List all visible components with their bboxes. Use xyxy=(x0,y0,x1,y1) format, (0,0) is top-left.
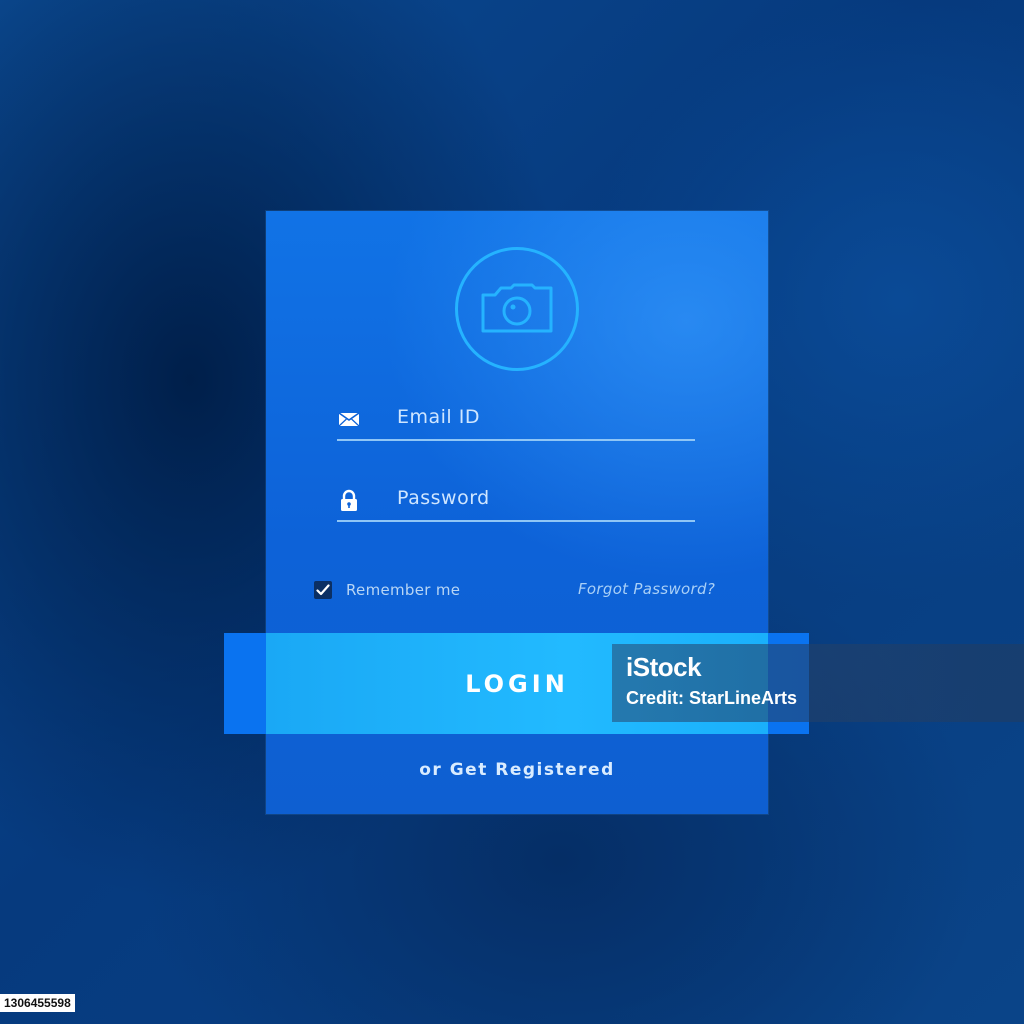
check-icon xyxy=(316,584,330,596)
watermark-logo: iStock xyxy=(626,652,702,682)
remember-me-label: Remember me xyxy=(346,581,461,599)
login-label: LOGIN xyxy=(465,669,569,698)
lock-icon xyxy=(341,489,357,511)
remember-me-checkbox[interactable]: Remember me xyxy=(314,580,460,600)
forgot-password-link[interactable]: Forgot Password? xyxy=(578,580,715,598)
image-id-label: 1306455598 xyxy=(0,994,75,1012)
get-registered-link[interactable]: or Get Registered xyxy=(266,760,768,780)
email-input[interactable] xyxy=(397,399,687,435)
checkbox-box[interactable] xyxy=(314,581,332,599)
camera-icon xyxy=(481,283,553,333)
watermark-credit: Credit: StarLineArts xyxy=(626,688,798,708)
password-input[interactable] xyxy=(397,480,687,516)
password-field[interactable] xyxy=(337,480,695,522)
envelope-icon xyxy=(338,412,360,427)
email-field[interactable] xyxy=(337,399,695,441)
watermark: iStock Credit: StarLineArts xyxy=(612,644,1024,722)
avatar xyxy=(455,247,579,371)
